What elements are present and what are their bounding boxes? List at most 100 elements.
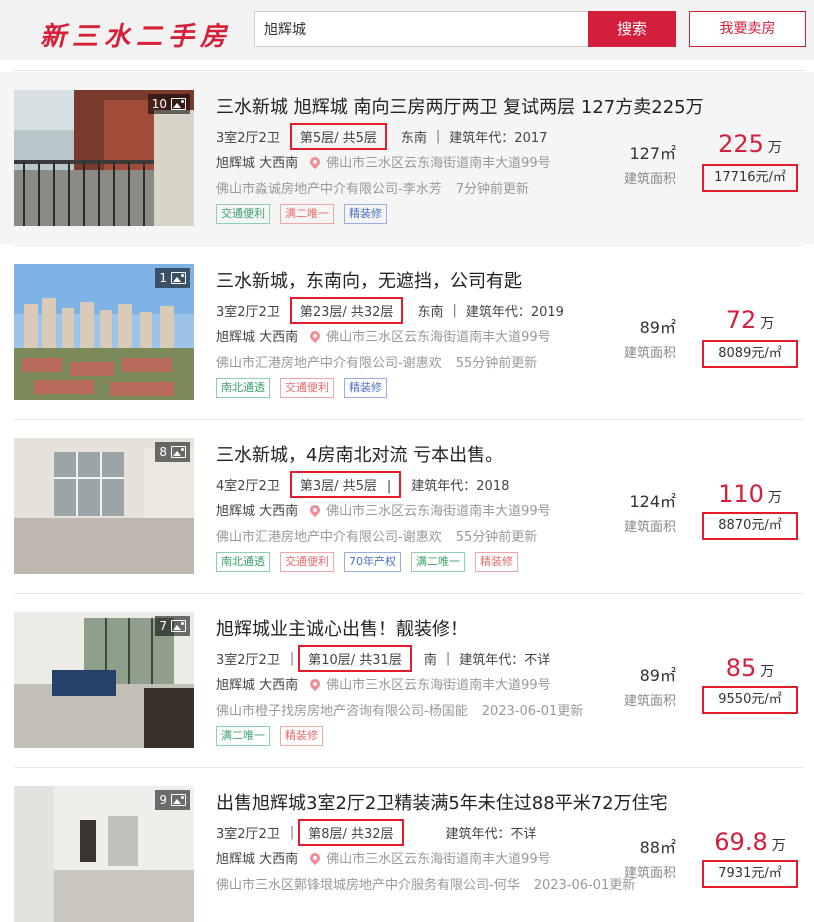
community-area[interactable]: 旭辉城 大西南 (216, 152, 298, 171)
total-price: 69.8 万 (702, 828, 798, 856)
price-unit: 万 (767, 140, 782, 156)
update-time: 55分钟前更新 (455, 356, 538, 371)
agent-row: 佛山市淼诚房地产中介有限公司-李水芳 7分钟前更新 (216, 178, 529, 197)
map-pin-icon (308, 850, 323, 865)
build-year: 建筑年代：不详 (459, 653, 551, 668)
agent-name: 佛山市汇港房地产中介有限公司-谢惠欢 (216, 530, 442, 545)
location-row: 旭辉城 大西南 佛山市三水区云东海街道南丰大道99号 (216, 326, 551, 345)
listing-photo[interactable]: 9 (14, 786, 194, 922)
floor-info: 第23层/ 共32层 (289, 297, 404, 324)
floor-info: 第10层/ 共31层 (298, 645, 412, 672)
listing-title[interactable]: 旭辉城业主诚心出售！靓装修！ (216, 615, 468, 641)
agent-name: 佛山市淼诚房地产中介有限公司-李水芳 (216, 182, 442, 197)
price-value: 72 (725, 306, 757, 334)
listing-photo[interactable]: 8 (14, 438, 194, 574)
orientation: 东南 (400, 131, 427, 146)
address: 佛山市三水区云东海街道南丰大道99号 (326, 852, 551, 867)
tag-list: 满二唯一 精装修 (216, 726, 323, 746)
photo-count: 1 (159, 271, 167, 285)
divider (14, 70, 804, 71)
listing-item[interactable]: 10 三水新城 旭辉城 南向三房两厅两卫 复试两层 127方卖225万 3室2厅… (0, 72, 814, 244)
location-row: 旭辉城 大西南 佛山市三水区云东海街道南丰大道99号 (216, 674, 551, 693)
address: 佛山市三水区云东海街道南丰大道99号 (326, 330, 551, 345)
total-price: 72 万 (702, 306, 798, 334)
listing-item[interactable]: 9 出售旭辉城3室2厅2卫精装满5年未住过88平米72万住宅 3室2厅2卫 | … (0, 768, 814, 922)
image-icon (171, 446, 186, 458)
tag: 精装修 (280, 726, 323, 746)
map-pin-icon (308, 154, 323, 169)
listing-photo[interactable]: 7 (14, 612, 194, 748)
sell-house-button[interactable]: 我要卖房 (689, 11, 806, 47)
photo-count-badge: 1 (155, 268, 190, 288)
separator: | (386, 479, 392, 494)
floor-text: 第3层/ 共5层 (299, 479, 377, 494)
room-layout: 4室2厅2卫 (216, 479, 280, 494)
listing-title[interactable]: 三水新城，东南向，无遮挡，公司有匙 (216, 267, 522, 293)
community-area[interactable]: 旭辉城 大西南 (216, 848, 298, 867)
tag: 南北通透 (216, 552, 270, 572)
floor-info: 第3层/ 共5层 | (289, 471, 402, 498)
update-time: 7分钟前更新 (455, 182, 529, 197)
photo-count: 8 (159, 445, 167, 459)
image-icon (171, 98, 186, 110)
unit-price: 9550元/㎡ (702, 686, 798, 714)
room-layout: 3室2厅2卫 (216, 131, 280, 146)
agent-name: 佛山市汇港房地产中介有限公司-谢惠欢 (216, 356, 442, 371)
unit-price: 8870元/㎡ (702, 512, 798, 540)
photo-count-badge: 9 (155, 790, 190, 810)
tag: 交通便利 (216, 204, 270, 224)
listing-photo[interactable]: 1 (14, 264, 194, 400)
listing-photo[interactable]: 10 (14, 90, 194, 226)
build-year: 建筑年代：2017 (449, 131, 548, 146)
price-value: 69.8 (714, 828, 768, 856)
price-value: 85 (725, 654, 757, 682)
agent-name: 佛山市三水区鄚锋垠城房地产中介服务有限公司-何华 (216, 878, 520, 893)
price-unit: 万 (771, 838, 786, 854)
build-year: 建筑年代：不详 (445, 827, 537, 842)
agent-row: 佛山市橙子找房房地产咨询有限公司-杨国能 2023-06-01更新 (216, 700, 583, 719)
room-layout: 3室2厅2卫 (216, 653, 280, 668)
listing-info: 3室2厅2卫 第5层/ 共5层 东南 | 建筑年代：2017 (216, 123, 547, 150)
separator: | (289, 651, 295, 666)
orientation: 东南 (417, 305, 444, 320)
tag: 精装修 (344, 378, 387, 398)
photo-count: 9 (159, 793, 167, 807)
image-icon (171, 620, 186, 632)
search-button[interactable]: 搜索 (588, 11, 676, 47)
tag: 精装修 (475, 552, 518, 572)
location-row: 旭辉城 大西南 佛山市三水区云东海街道南丰大道99号 (216, 152, 551, 171)
tag: 交通便利 (280, 378, 334, 398)
listing-info: 4室2厅2卫 第3层/ 共5层 | 建筑年代：2018 (216, 471, 509, 498)
map-pin-icon (308, 502, 323, 517)
agent-row: 佛山市三水区鄚锋垠城房地产中介服务有限公司-何华 2023-06-01更新 (216, 874, 635, 893)
search-input[interactable] (255, 12, 588, 46)
listing-item[interactable]: 7 旭辉城业主诚心出售！靓装修！ 3室2厅2卫 | 第10层/ 共31层 南 |… (0, 594, 814, 766)
tag: 满二唯一 (411, 552, 465, 572)
build-year: 建筑年代：2018 (411, 479, 510, 494)
listing-title[interactable]: 出售旭辉城3室2厅2卫精装满5年未住过88平米72万住宅 (216, 789, 668, 815)
site-logo[interactable]: 新三水二手房 (40, 16, 232, 53)
listing-title[interactable]: 三水新城 旭辉城 南向三房两厅两卫 复试两层 127方卖225万 (216, 93, 704, 119)
listing-info: 3室2厅2卫 第23层/ 共32层 东南 | 建筑年代：2019 (216, 297, 564, 324)
photo-count-badge: 10 (147, 94, 190, 114)
listing-item[interactable]: 1 三水新城，东南向，无遮挡，公司有匙 3室2厅2卫 第23层/ 共32层 东南… (0, 246, 814, 418)
floor-area: 89㎡ (639, 666, 676, 685)
agent-name: 佛山市橙子找房房地产咨询有限公司-杨国能 (216, 704, 468, 719)
listing-title[interactable]: 三水新城，4房南北对流 亏本出售。 (216, 441, 503, 467)
floor-area-label: 建筑面积 (624, 346, 677, 361)
listing-item[interactable]: 8 三水新城，4房南北对流 亏本出售。 4室2厅2卫 第3层/ 共5层 | 建筑年… (0, 420, 814, 592)
tag: 交通便利 (280, 552, 334, 572)
floor-area: 124㎡ (629, 492, 676, 511)
unit-price: 8089元/㎡ (702, 340, 798, 368)
update-time: 2023-06-01更新 (481, 704, 584, 719)
photo-count-badge: 8 (155, 442, 190, 462)
tag-list: 交通便利 满二唯一 精装修 (216, 204, 387, 224)
community-area[interactable]: 旭辉城 大西南 (216, 326, 298, 345)
separator: | (435, 129, 441, 144)
listing-info: 3室2厅2卫 | 第8层/ 共32层 建筑年代：不详 (216, 819, 537, 846)
photo-count-badge: 7 (155, 616, 190, 636)
image-icon (171, 272, 186, 284)
total-price: 225 万 (702, 130, 798, 158)
community-area[interactable]: 旭辉城 大西南 (216, 674, 298, 693)
community-area[interactable]: 旭辉城 大西南 (216, 500, 298, 519)
